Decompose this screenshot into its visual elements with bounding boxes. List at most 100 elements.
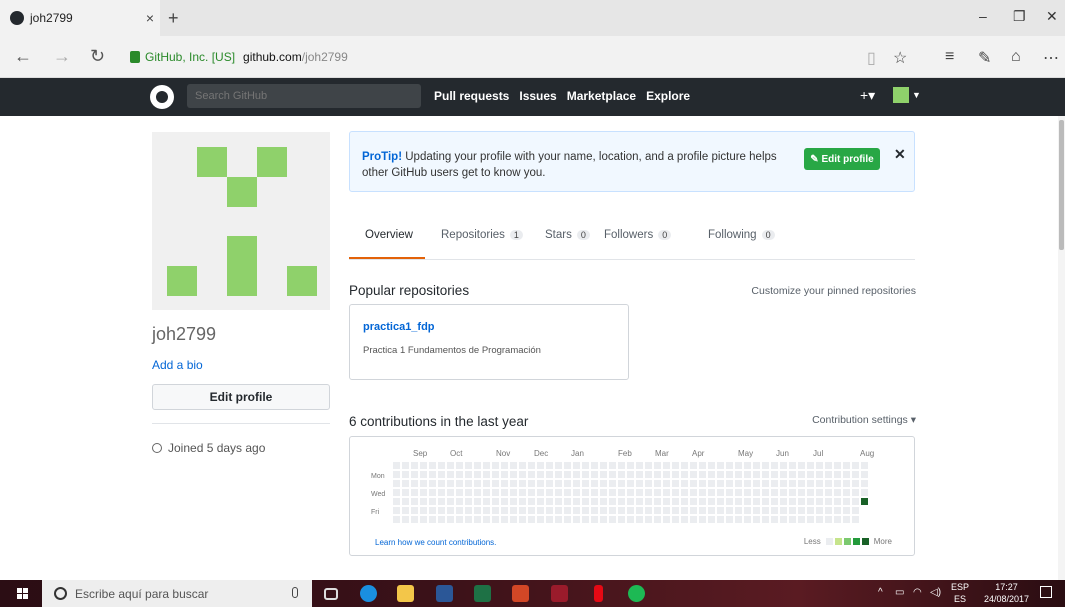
contribution-day[interactable] [798, 480, 805, 487]
contribution-day[interactable] [798, 462, 805, 469]
contribution-day[interactable] [798, 498, 805, 505]
chevron-down-icon[interactable]: ▼ [912, 90, 921, 100]
contribution-day[interactable] [654, 516, 661, 523]
contribution-day[interactable] [699, 498, 706, 505]
contribution-day[interactable] [816, 471, 823, 478]
contribution-day[interactable] [771, 471, 778, 478]
nav-pull-requests[interactable]: Pull requests [434, 89, 509, 103]
contribution-day[interactable] [474, 489, 481, 496]
contribution-day[interactable] [591, 462, 598, 469]
contribution-day[interactable] [456, 498, 463, 505]
contribution-day[interactable] [663, 516, 670, 523]
web-note-icon[interactable]: ✎ [978, 48, 991, 68]
contribution-day[interactable] [762, 507, 769, 514]
language-indicator[interactable]: ESP ES [951, 581, 969, 605]
contribution-day[interactable] [492, 480, 499, 487]
contribution-day[interactable] [501, 480, 508, 487]
contribution-day[interactable] [528, 480, 535, 487]
contribution-day[interactable] [807, 462, 814, 469]
contribution-day[interactable] [618, 462, 625, 469]
contribution-day[interactable] [708, 498, 715, 505]
contribution-day[interactable] [474, 480, 481, 487]
contribution-day[interactable] [708, 471, 715, 478]
contribution-day[interactable] [555, 489, 562, 496]
contribution-day[interactable] [519, 489, 526, 496]
contribution-day[interactable] [456, 462, 463, 469]
contribution-day[interactable] [420, 516, 427, 523]
contribution-day[interactable] [537, 507, 544, 514]
excel-icon[interactable] [474, 585, 491, 602]
contribution-day[interactable] [825, 462, 832, 469]
contribution-day[interactable] [753, 516, 760, 523]
contribution-day[interactable] [402, 516, 409, 523]
contribution-day[interactable] [402, 480, 409, 487]
search-input[interactable] [187, 84, 421, 108]
contribution-day[interactable] [438, 507, 445, 514]
contribution-day[interactable] [510, 480, 517, 487]
contribution-day[interactable] [492, 489, 499, 496]
contribution-day[interactable] [708, 507, 715, 514]
contribution-day[interactable] [852, 480, 859, 487]
contribution-day[interactable] [816, 516, 823, 523]
contribution-day[interactable] [519, 471, 526, 478]
contribution-day[interactable] [483, 507, 490, 514]
contribution-day[interactable] [645, 480, 652, 487]
contribution-day[interactable] [429, 480, 436, 487]
refresh-icon[interactable]: ↻ [90, 46, 105, 67]
contribution-day[interactable] [618, 471, 625, 478]
contribution-day[interactable] [780, 471, 787, 478]
contribution-day[interactable] [483, 471, 490, 478]
contribution-day[interactable] [609, 516, 616, 523]
contribution-day[interactable] [420, 471, 427, 478]
contribution-day[interactable] [771, 516, 778, 523]
contribution-day[interactable] [627, 498, 634, 505]
contribution-day[interactable] [456, 489, 463, 496]
page-scrollbar[interactable] [1058, 116, 1065, 580]
contribution-day[interactable] [789, 471, 796, 478]
contribution-day[interactable] [456, 471, 463, 478]
customize-pins-link[interactable]: Customize your pinned repositories [751, 285, 916, 297]
contribution-day[interactable] [447, 471, 454, 478]
contribution-day[interactable] [591, 516, 598, 523]
contribution-day[interactable] [744, 480, 751, 487]
tab-stars[interactable]: Stars 0 [545, 229, 590, 241]
contribution-day[interactable] [420, 462, 427, 469]
contribution-day[interactable] [636, 507, 643, 514]
contribution-day[interactable] [501, 471, 508, 478]
contribution-day[interactable] [708, 462, 715, 469]
contribution-day[interactable] [843, 480, 850, 487]
spotify-icon[interactable] [628, 585, 645, 602]
contribution-day[interactable] [699, 462, 706, 469]
contribution-day[interactable] [456, 480, 463, 487]
contribution-day[interactable] [789, 462, 796, 469]
contribution-day[interactable] [753, 462, 760, 469]
contribution-day[interactable] [573, 489, 580, 496]
contribution-day[interactable] [762, 516, 769, 523]
contribution-day[interactable] [690, 471, 697, 478]
contribution-day[interactable] [537, 489, 544, 496]
contribution-day[interactable] [825, 471, 832, 478]
contribution-day[interactable] [762, 462, 769, 469]
contribution-day[interactable] [402, 471, 409, 478]
contribution-day[interactable] [465, 498, 472, 505]
contribution-day[interactable] [411, 516, 418, 523]
contribution-day[interactable] [528, 471, 535, 478]
contribution-day[interactable] [546, 471, 553, 478]
contribution-day[interactable] [501, 516, 508, 523]
contribution-day[interactable] [744, 489, 751, 496]
battery-icon[interactable]: ▭ [895, 587, 904, 598]
contribution-day[interactable] [771, 480, 778, 487]
contribution-day[interactable] [492, 507, 499, 514]
contribution-day[interactable] [564, 507, 571, 514]
contribution-day[interactable] [816, 480, 823, 487]
contribution-day[interactable] [600, 498, 607, 505]
contribution-day[interactable] [573, 507, 580, 514]
contribution-day[interactable] [717, 480, 724, 487]
contribution-day[interactable] [672, 489, 679, 496]
contribution-day[interactable] [582, 498, 589, 505]
contribution-day[interactable] [816, 507, 823, 514]
contribution-day[interactable] [609, 480, 616, 487]
learn-contributions-link[interactable]: Learn how we count contributions. [375, 538, 496, 547]
contribution-day[interactable] [834, 462, 841, 469]
contribution-day[interactable] [510, 471, 517, 478]
